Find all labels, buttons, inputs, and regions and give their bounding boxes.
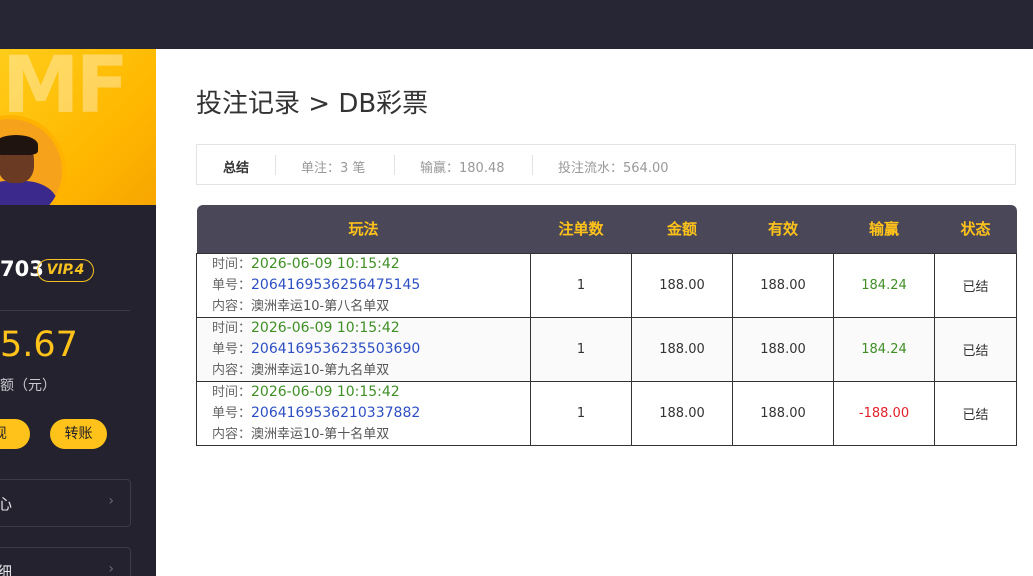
header-amount: 金额 xyxy=(631,205,733,253)
order-label: 单号： xyxy=(212,341,252,357)
bet-count-cell: 1 xyxy=(530,380,632,446)
vip-badge: VIP.4 xyxy=(37,259,94,282)
withdraw-button[interactable]: 现 xyxy=(0,419,30,449)
time-label: 时间： xyxy=(212,320,252,336)
bet-records-table: 玩法 注单数 金额 有效 输赢 状态 时间：2026-06-09 10:15:4… xyxy=(196,205,1017,446)
summary-title: 总结 xyxy=(223,161,250,176)
order-number-link[interactable]: 2064169536210337882 xyxy=(251,405,420,421)
winloss-cell: 184.24 xyxy=(833,316,935,382)
status-cell: 已结 xyxy=(934,380,1017,446)
amount-cell: 188.00 xyxy=(631,316,733,382)
bet-count-cell: 1 xyxy=(530,252,632,318)
table-row: 时间：2026-06-09 10:15:42 单号：20641695362355… xyxy=(196,316,1017,382)
valid-cell: 188.00 xyxy=(732,252,834,318)
header-winloss: 输赢 xyxy=(833,205,935,253)
summary-winloss: 输赢：180.48 xyxy=(420,161,505,176)
balance-amount: 5.67 xyxy=(0,325,78,365)
summary-divider xyxy=(394,155,395,175)
summary-divider xyxy=(275,155,276,175)
avatar-shirt xyxy=(0,181,58,205)
avatar-hair xyxy=(0,135,38,155)
sidebar-menu-label: 细 xyxy=(0,563,13,576)
amount-cell: 188.00 xyxy=(631,252,733,318)
summary-divider xyxy=(532,155,533,175)
header-play: 玩法 xyxy=(196,205,531,253)
status-cell: 已结 xyxy=(934,252,1017,318)
table-row: 时间：2026-06-09 10:15:42 单号：20641695362564… xyxy=(196,252,1017,318)
content-label: 内容： xyxy=(212,362,252,378)
sidebar-menu-item-center[interactable]: 心 › xyxy=(0,479,131,527)
order-number-link[interactable]: 2064169536256475145 xyxy=(251,277,420,293)
winloss-cell: -188.00 xyxy=(833,380,935,446)
status-cell: 已结 xyxy=(934,316,1017,382)
transfer-button[interactable]: 转账 xyxy=(50,419,107,449)
profile-banner: MF xyxy=(0,49,156,205)
sidebar: MF 703 VIP.4 5.67 额（元） 现 转账 心 › 细 › xyxy=(0,49,156,576)
bet-info-cell: 时间：2026-06-09 10:15:42 单号：20641695362355… xyxy=(196,316,531,382)
winloss-cell: 184.24 xyxy=(833,252,935,318)
bet-info-cell: 时间：2026-06-09 10:15:42 单号：20641695362103… xyxy=(196,380,531,446)
order-number-link[interactable]: 2064169536235503690 xyxy=(251,341,420,357)
sidebar-divider xyxy=(0,310,130,311)
sidebar-menu-label: 心 xyxy=(0,495,13,513)
summary-turnover: 投注流水：564.00 xyxy=(558,161,669,176)
valid-cell: 188.00 xyxy=(732,380,834,446)
header-valid: 有效 xyxy=(732,205,834,253)
bet-time: 2026-06-09 10:15:42 xyxy=(251,383,400,400)
amount-cell: 188.00 xyxy=(631,380,733,446)
header-bet-count: 注单数 xyxy=(530,205,632,253)
bet-content: 澳洲幸运10-第八名单双 xyxy=(251,298,390,314)
chevron-right-icon: › xyxy=(108,493,114,509)
page-title: 投注记录 > DB彩票 xyxy=(196,89,429,119)
top-bar xyxy=(0,0,1033,49)
table-row: 时间：2026-06-09 10:15:42 单号：20641695362103… xyxy=(196,380,1017,446)
table-header-row: 玩法 注单数 金额 有效 输赢 状态 xyxy=(196,205,1017,253)
time-label: 时间： xyxy=(212,256,252,272)
valid-cell: 188.00 xyxy=(732,316,834,382)
bet-info-cell: 时间：2026-06-09 10:15:42 单号：20641695362564… xyxy=(196,252,531,318)
order-label: 单号： xyxy=(212,405,252,421)
content-label: 内容： xyxy=(212,298,252,314)
bet-time: 2026-06-09 10:15:42 xyxy=(251,319,400,336)
content-label: 内容： xyxy=(212,426,252,442)
summary-bet-count: 单注：3 笔 xyxy=(301,161,366,176)
bet-content: 澳洲幸运10-第九名单双 xyxy=(251,362,390,378)
chevron-right-icon: › xyxy=(108,561,114,576)
time-label: 时间： xyxy=(212,384,252,400)
bet-content: 澳洲幸运10-第十名单双 xyxy=(251,426,390,442)
bet-count-cell: 1 xyxy=(530,316,632,382)
balance-label: 额（元） xyxy=(0,378,56,394)
order-label: 单号： xyxy=(212,277,252,293)
summary-bar: 总结 单注：3 笔 输赢：180.48 投注流水：564.00 xyxy=(196,144,1016,185)
main-content: 投注记录 > DB彩票 总结 单注：3 笔 输赢：180.48 投注流水：564… xyxy=(156,49,1033,576)
sidebar-menu-item-details[interactable]: 细 › xyxy=(0,547,131,576)
header-status: 状态 xyxy=(934,205,1017,253)
bet-time: 2026-06-09 10:15:42 xyxy=(251,255,400,272)
